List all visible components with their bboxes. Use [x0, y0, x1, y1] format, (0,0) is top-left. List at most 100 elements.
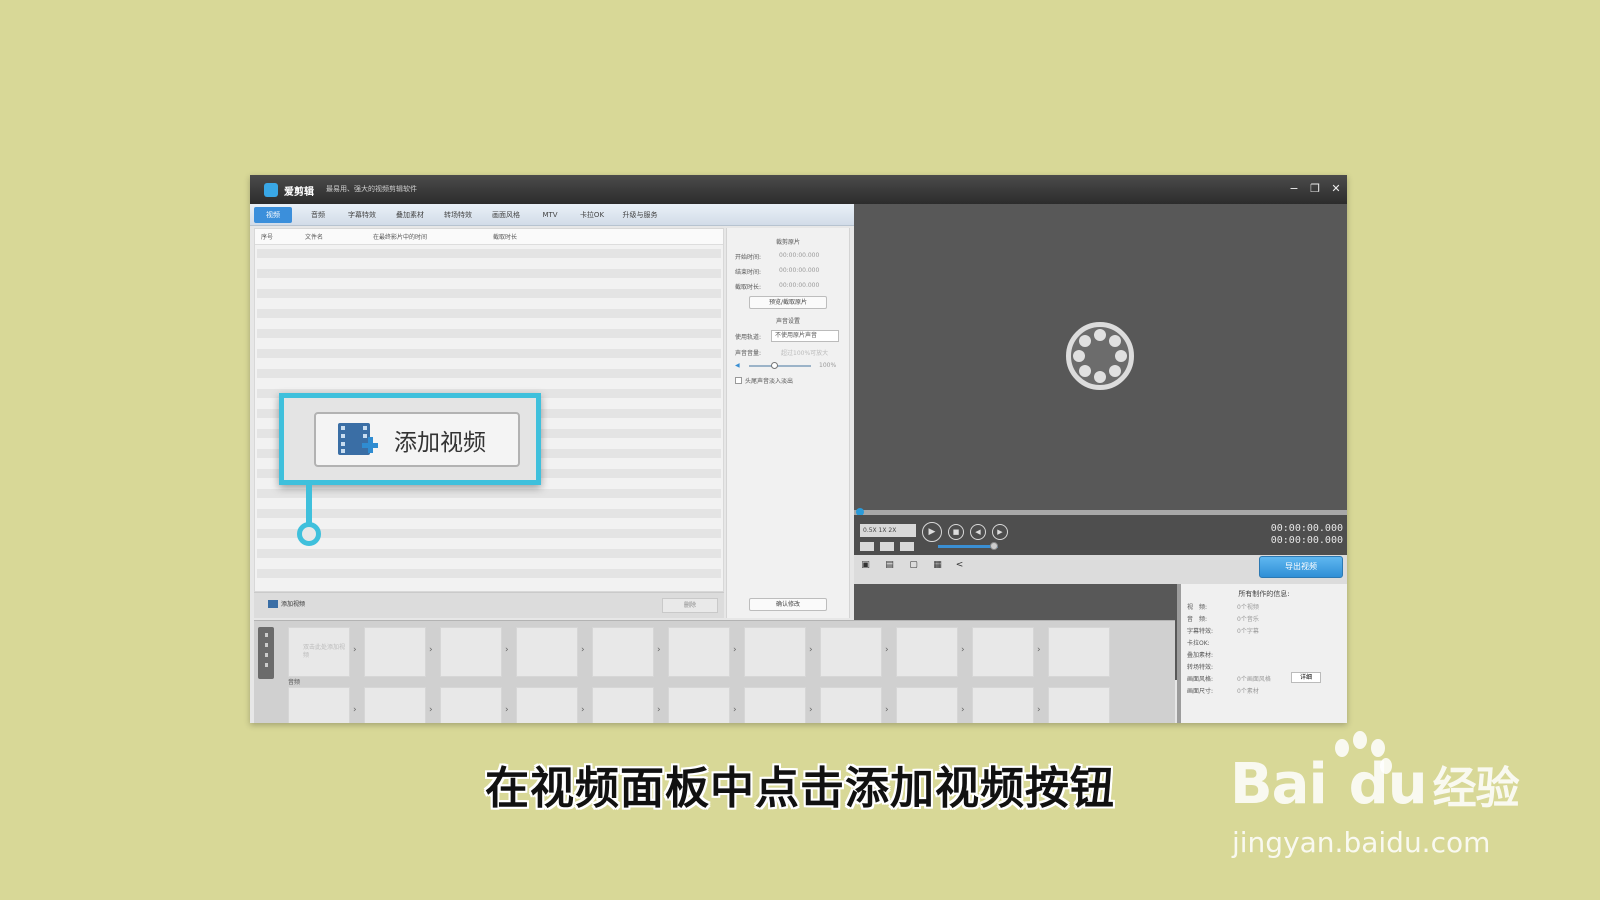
info-detail-button[interactable]: 详细	[1291, 672, 1321, 683]
next-icon[interactable]: ▶	[992, 524, 1008, 540]
volume-slider-track[interactable]	[749, 365, 811, 367]
fade-checkbox-label: 头尾声音淡入淡出	[745, 378, 794, 385]
end-time-label: 结束时间:	[735, 269, 762, 276]
arrow-icon: ›	[809, 705, 813, 715]
tab-picture-style[interactable]: 画面风格	[484, 207, 528, 223]
timeline-cell[interactable]	[440, 627, 502, 677]
volume-slider-knob[interactable]	[771, 362, 778, 369]
tab-video[interactable]: 视频	[254, 207, 292, 223]
timeline-cell[interactable]	[972, 687, 1034, 723]
stop-icon[interactable]	[880, 542, 894, 551]
start-time-field[interactable]: 00:00:00.000	[779, 252, 819, 259]
info-row: 卡拉OK:	[1187, 640, 1210, 647]
timecode-total: 00:00:00.000	[1270, 535, 1343, 546]
player-volume-slider[interactable]	[938, 545, 998, 548]
arrow-icon: ›	[353, 705, 357, 715]
timeline-cell[interactable]	[744, 687, 806, 723]
audio-row-label: 音频	[288, 679, 301, 686]
play-icon[interactable]: ▶	[922, 522, 942, 542]
info-row: 音 频: 0个音乐	[1187, 616, 1259, 623]
timeline-cell[interactable]	[668, 627, 730, 677]
list-footer: 添加视频 删除	[254, 592, 724, 618]
timeline-cell[interactable]	[364, 627, 426, 677]
info-row: 画面尺寸: 0个素材	[1187, 688, 1259, 695]
speed-selector[interactable]: 0.5X 1X 2X	[860, 524, 916, 537]
confirm-button[interactable]: 确认修改	[749, 598, 827, 611]
timeline-cell[interactable]	[744, 627, 806, 677]
delete-button[interactable]: 删除	[662, 598, 718, 613]
timeline-cell[interactable]	[896, 687, 958, 723]
close-icon[interactable]: ✕	[1329, 182, 1343, 195]
minimize-icon[interactable]: −	[1287, 182, 1301, 195]
arrow-icon: ›	[1037, 705, 1041, 715]
step-forward-icon[interactable]	[900, 542, 914, 551]
save-icon[interactable]: ▣	[860, 560, 871, 570]
timeline-cell[interactable]	[440, 687, 502, 723]
tab-upgrade[interactable]: 升级与服务	[616, 207, 664, 223]
settings-icon[interactable]: ▦	[932, 560, 943, 570]
tab-overlay[interactable]: 叠加素材	[388, 207, 432, 223]
timeline-cell[interactable]	[516, 687, 578, 723]
list-header: 序号 文件名 在最终影片中的时间 截取时长	[255, 229, 723, 245]
duration-field[interactable]: 00:00:00.000	[779, 282, 819, 289]
timeline-placeholder: 双击此处添加视频	[303, 644, 346, 659]
preview-clip-button[interactable]: 预览/截取原片	[749, 296, 827, 309]
col-duration[interactable]: 截取时长	[493, 232, 517, 241]
restore-icon[interactable]: ❐	[1308, 182, 1322, 195]
col-index[interactable]: 序号	[261, 232, 273, 241]
share-icon[interactable]: <	[954, 560, 965, 570]
timeline-cell[interactable]	[592, 627, 654, 677]
control-strip: 0.5X 1X 2X ▶ ■ ◀ ▶ 00:00:00.000 00:00:00…	[854, 515, 1347, 555]
timeline-cell[interactable]	[820, 627, 882, 677]
film-icon	[268, 599, 278, 608]
timecode-display: 00:00:00.000 00:00:00.000	[1271, 523, 1343, 547]
prev-icon[interactable]: ◀	[970, 524, 986, 540]
timeline-cell[interactable]	[1048, 687, 1110, 723]
step-back-icon[interactable]	[860, 542, 874, 551]
audio-section-title: 声音设置	[775, 318, 800, 325]
col-timeline-time[interactable]: 在最终影片中的时间	[373, 232, 427, 241]
list-row	[257, 309, 721, 318]
info-title: 所有制作的信息:	[1238, 590, 1290, 598]
tab-mtv[interactable]: MTV	[532, 207, 568, 223]
info-row: 叠加素材:	[1187, 652, 1214, 659]
tab-transitions[interactable]: 转场特效	[436, 207, 480, 223]
folder-icon[interactable]: ▤	[884, 560, 895, 570]
arrow-icon: ›	[353, 645, 357, 655]
timeline-cell[interactable]	[972, 627, 1034, 677]
timeline-cell[interactable]	[288, 687, 350, 723]
list-row	[257, 329, 721, 338]
timeline-cell[interactable]	[592, 687, 654, 723]
timeline-cell[interactable]	[896, 627, 958, 677]
timeline-cell[interactable]	[516, 627, 578, 677]
timeline-cell[interactable]	[364, 687, 426, 723]
col-filename[interactable]: 文件名	[305, 232, 323, 241]
info-row: 视 频: 0个视频	[1187, 604, 1259, 611]
timeline-cell[interactable]	[1048, 627, 1110, 677]
add-video-button[interactable]: 添加视频	[268, 599, 305, 608]
timeline-cell[interactable]	[668, 687, 730, 723]
arrow-icon: ›	[505, 705, 509, 715]
fade-checkbox[interactable]: 头尾声音淡入淡出	[735, 376, 793, 385]
add-video-button-zoomed[interactable]: 添加视频	[314, 412, 520, 467]
stop-circle-icon[interactable]: ■	[948, 524, 964, 540]
timeline-cell[interactable]: 双击此处添加视频	[288, 627, 350, 677]
timeline-cell[interactable]	[820, 687, 882, 723]
app-subtitle: 最易用、强大的视频剪辑软件	[326, 185, 417, 193]
baidu-url: jingyan.baidu.com	[1232, 826, 1491, 859]
arrow-icon: ›	[961, 645, 965, 655]
arrow-icon: ›	[429, 705, 433, 715]
arrow-icon: ›	[581, 645, 585, 655]
tab-audio[interactable]: 音频	[300, 207, 336, 223]
tab-subtitle-effects[interactable]: 字幕特效	[340, 207, 384, 223]
arrow-icon: ›	[429, 645, 433, 655]
tab-karaoke[interactable]: 卡拉OK	[572, 207, 612, 223]
snapshot-icon[interactable]: ▢	[908, 560, 919, 570]
end-time-field[interactable]: 00:00:00.000	[779, 267, 819, 274]
arrow-icon: ›	[657, 705, 661, 715]
arrow-icon: ›	[733, 705, 737, 715]
player-volume-knob[interactable]	[990, 542, 998, 550]
track-select[interactable]: 不使用原片声音	[771, 330, 839, 342]
export-video-button[interactable]: 导出视频	[1259, 556, 1343, 578]
timeline-collapse-handle[interactable]	[258, 627, 274, 679]
